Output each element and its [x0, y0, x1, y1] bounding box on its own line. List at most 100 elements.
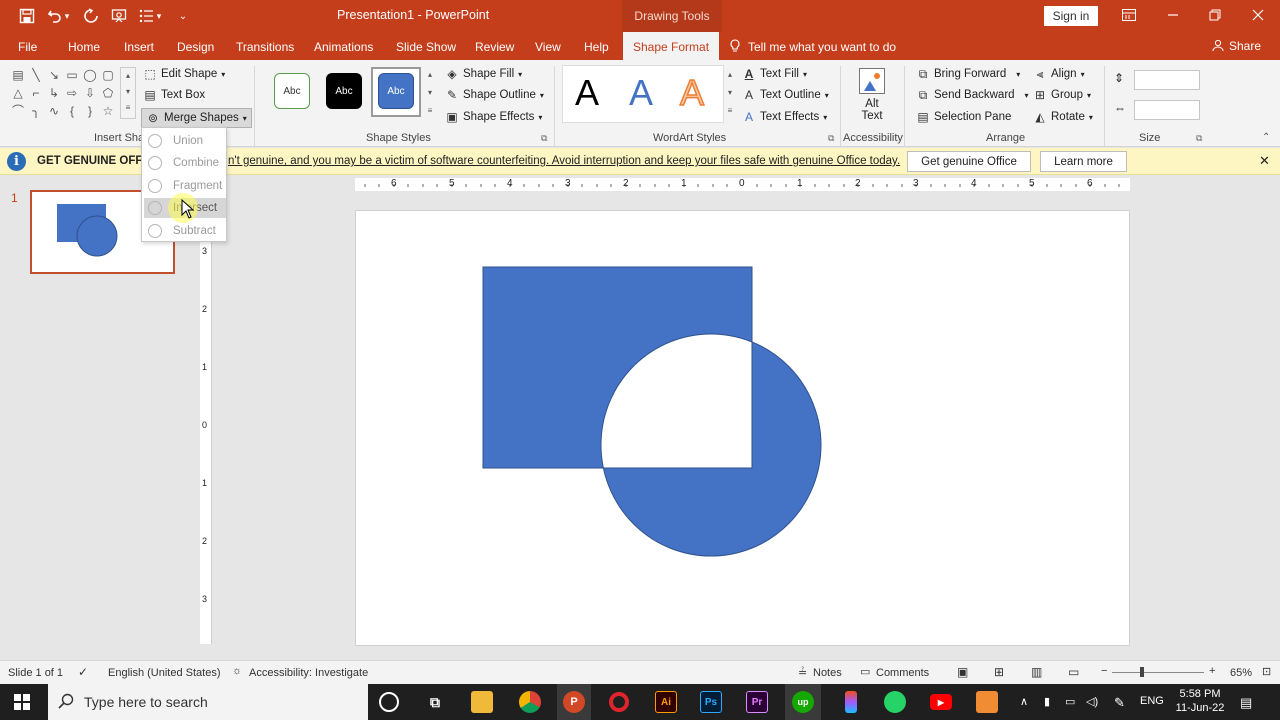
arrow-shape-icon[interactable]: ↘ [46, 67, 62, 83]
wordart-style-blue[interactable]: A [629, 72, 653, 114]
tab-home[interactable]: Home [68, 40, 100, 54]
wordart-style-black[interactable]: A [575, 72, 599, 114]
message-bar-text[interactable]: n't genuine, and you may be a victim of … [228, 155, 900, 167]
reading-view-icon[interactable]: ▥ [1031, 665, 1042, 679]
bullets-dropdown-icon[interactable]: ▾ [154, 6, 164, 26]
size-launcher-icon[interactable]: ⧉ [1196, 133, 1202, 144]
wordart-scroll-icon[interactable]: ▴ ▾ ≡ [724, 66, 736, 122]
get-genuine-office-button[interactable]: Get genuine Office [907, 151, 1031, 172]
tab-help[interactable]: Help [584, 40, 609, 54]
freeform-shape-icon[interactable]: ∿ [46, 103, 62, 119]
merged-shape-xor[interactable] [482, 266, 822, 557]
alt-text-button[interactable]: Alt Text [849, 66, 895, 128]
notification-icon[interactable]: ▤ [1240, 695, 1252, 711]
elbow-arrow-icon[interactable]: ↳ [46, 85, 62, 101]
learn-more-button[interactable]: Learn more [1040, 151, 1127, 172]
arc-shape-icon[interactable]: ╮ [28, 103, 44, 119]
windows-start-icon[interactable] [14, 694, 30, 713]
language-indicator[interactable]: ENG [1140, 695, 1164, 707]
brace-shape-icon[interactable]: { [64, 103, 80, 119]
chrome-icon[interactable] [519, 691, 541, 713]
figma-icon[interactable] [845, 691, 857, 713]
shapes-scroll-icon[interactable]: ▴ ▾ ≡ [120, 67, 136, 119]
illustrator-icon[interactable]: Ai [655, 691, 677, 713]
premiere-icon[interactable]: Pr [746, 691, 768, 713]
rectangle-shape-icon[interactable]: ▭ [64, 67, 80, 83]
undo-dropdown-icon[interactable]: ▾ [62, 6, 72, 26]
merge-union-item[interactable]: Union [144, 131, 226, 151]
tab-design[interactable]: Design [177, 40, 214, 54]
textbox-shape-icon[interactable]: ▤ [10, 67, 26, 83]
volume-icon[interactable]: ◁) [1086, 695, 1098, 708]
cortana-icon[interactable] [379, 692, 399, 712]
down-arrow-shape-icon[interactable]: ⇩ [82, 85, 98, 101]
tray-expand-icon[interactable]: ∧ [1020, 695, 1028, 708]
triangle-shape-icon[interactable]: △ [10, 85, 26, 101]
ribbon-display-icon[interactable] [1116, 4, 1142, 26]
zoom-level[interactable]: 65% [1230, 667, 1252, 679]
battery-icon[interactable]: ▭ [1065, 695, 1075, 708]
shape-width-input[interactable] [1134, 100, 1200, 120]
file-explorer-icon[interactable] [471, 691, 493, 713]
accessibility-icon[interactable]: ☼ [232, 665, 242, 677]
customize-qat-icon[interactable]: ⌄ [172, 6, 194, 26]
sign-in-button[interactable]: Sign in [1044, 6, 1098, 26]
elbow-connector-icon[interactable]: ⌐ [28, 85, 44, 101]
send-backward-button[interactable]: ⧉ Send Backward ▾ [916, 88, 1029, 102]
rotate-button[interactable]: ◭ Rotate ▾ [1033, 110, 1093, 124]
shape-style-3[interactable]: Abc [378, 73, 414, 109]
wordart-style-orange[interactable]: A [679, 71, 705, 114]
microphone-icon[interactable]: ▮ [1044, 695, 1050, 708]
tab-view[interactable]: View [535, 40, 561, 54]
youtube-icon[interactable]: ▶ [930, 694, 952, 710]
task-view-icon[interactable]: ⧉ [424, 691, 446, 713]
text-fill-button[interactable]: A Text Fill ▾ [742, 67, 807, 81]
restore-icon[interactable] [1202, 4, 1228, 26]
text-effects-button[interactable]: A Text Effects ▾ [742, 110, 827, 124]
flowchart-shape-icon[interactable]: ⬠ [100, 85, 116, 101]
collapse-ribbon-icon[interactable]: ⌃ [1262, 132, 1270, 143]
merge-shapes-button[interactable]: ⊚ Merge Shapes ▾ [141, 108, 252, 128]
zoom-slider[interactable] [1112, 672, 1204, 673]
whatsapp-icon[interactable] [884, 691, 906, 713]
language-status[interactable]: English (United States) [108, 667, 221, 679]
slide[interactable] [355, 210, 1130, 646]
accessibility-status[interactable]: Accessibility: Investigate [249, 667, 368, 679]
zoom-in-icon[interactable]: + [1209, 665, 1215, 677]
tab-insert[interactable]: Insert [124, 40, 154, 54]
zoom-slider-thumb[interactable] [1140, 667, 1144, 677]
tell-me-search[interactable]: Tell me what you want to do [730, 39, 896, 54]
bring-forward-button[interactable]: ⧉ Bring Forward ▾ [916, 67, 1021, 81]
shape-fill-button[interactable]: ◈ Shape Fill ▾ [445, 67, 522, 81]
fit-slide-icon[interactable]: ⊡ [1262, 665, 1271, 678]
edit-shape-button[interactable]: ⬚ Edit Shape ▾ [143, 67, 225, 81]
shape-outline-button[interactable]: ✎ Shape Outline ▾ [445, 88, 544, 102]
selection-pane-button[interactable]: ▤ Selection Pane [916, 110, 1011, 124]
shapes-gallery[interactable]: ▤ ╲ ↘ ▭ ◯ ▢ △ ⌐ ↳ ⇨ ⇩ ⬠ ⌒ ╮ ∿ { } ☆ ▴ ▾ ≡ [10, 67, 136, 121]
close-brace-shape-icon[interactable]: } [82, 103, 98, 119]
shape-style-2[interactable]: Abc [326, 73, 362, 109]
tab-shape-format[interactable]: Shape Format [623, 32, 720, 60]
spelling-icon[interactable]: ✓ [78, 665, 88, 679]
tab-slide-show[interactable]: Slide Show [396, 40, 456, 54]
rounded-rect-shape-icon[interactable]: ▢ [100, 67, 116, 83]
oval-shape-icon[interactable]: ◯ [82, 67, 98, 83]
wordart-launcher-icon[interactable]: ⧉ [828, 133, 834, 144]
slideshow-view-icon[interactable]: ▭ [1068, 665, 1079, 679]
merge-combine-item[interactable]: Combine [144, 153, 226, 173]
present-icon[interactable] [108, 6, 130, 26]
curve-shape-icon[interactable]: ⌒ [10, 103, 26, 119]
group-button[interactable]: ⊞ Group ▾ [1033, 88, 1091, 102]
text-outline-button[interactable]: A Text Outline ▾ [742, 88, 829, 102]
text-box-button[interactable]: ▤ Text Box [143, 88, 205, 102]
minimize-icon[interactable] [1160, 4, 1186, 26]
pen-icon[interactable]: ✎ [1114, 695, 1125, 711]
opera-icon[interactable] [609, 692, 629, 712]
align-button[interactable]: ⫷ Align ▾ [1033, 67, 1085, 81]
upwork-taskbar-active[interactable]: up [785, 684, 821, 720]
tab-file[interactable]: File [18, 40, 37, 54]
taskbar-search[interactable]: Type here to search [48, 684, 368, 720]
save-icon[interactable] [16, 6, 38, 26]
other-app-icon[interactable] [976, 691, 998, 713]
line-shape-icon[interactable]: ╲ [28, 67, 44, 83]
